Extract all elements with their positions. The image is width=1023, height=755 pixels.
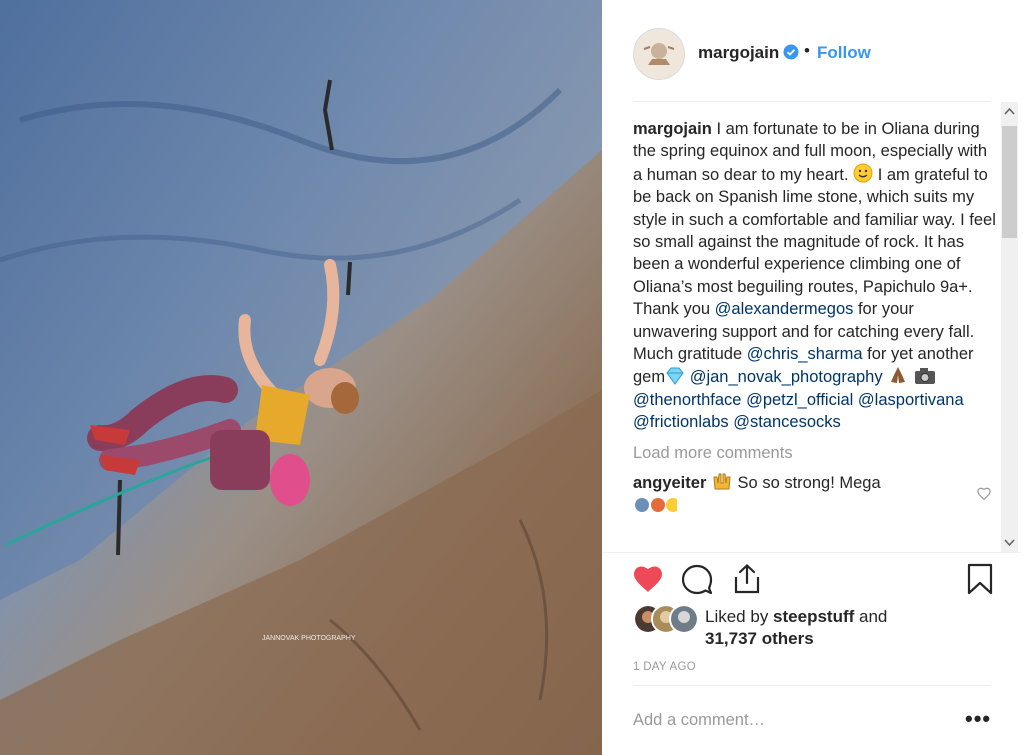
- caption-username[interactable]: margojain: [633, 120, 712, 138]
- post-side-panel: margojain • Follow margojain I am fortun…: [603, 6, 1021, 755]
- comments-list[interactable]: margojain I am fortunate to be in Oliana…: [633, 118, 999, 552]
- emoji-row-icon: [635, 498, 677, 513]
- save-bookmark-icon[interactable]: [963, 562, 997, 596]
- raising-hands-emoji-icon: [713, 473, 731, 490]
- scrollbar-thumb[interactable]: [1002, 126, 1017, 238]
- mention-link[interactable]: @petzl_official: [746, 391, 853, 409]
- gem-emoji-icon: [666, 367, 684, 386]
- mention-link[interactable]: @jan_novak_photography: [690, 368, 883, 386]
- mention-link[interactable]: @lasportivana: [858, 391, 964, 409]
- share-icon[interactable]: [730, 562, 764, 596]
- liked-by-middle: and: [854, 607, 888, 626]
- comments-scrollbar[interactable]: [1001, 102, 1018, 552]
- likes-summary: Liked by steepstuff and 31,737 others: [633, 604, 1013, 654]
- post-caption: margojain I am fortunate to be in Oliana…: [633, 118, 999, 434]
- camera-emoji-icon: [914, 368, 935, 385]
- comment-like-heart-icon[interactable]: [977, 487, 991, 500]
- scroll-up-arrow-icon[interactable]: [1001, 103, 1018, 120]
- comment-bubble-icon[interactable]: [680, 562, 714, 596]
- caption-text: I am grateful to be back on Spanish lime…: [633, 165, 996, 319]
- praying-hands-emoji-icon: [891, 367, 906, 384]
- header-username[interactable]: margojain: [698, 43, 779, 63]
- comment-emoji-row: [633, 494, 999, 516]
- post-header: margojain • Follow: [603, 6, 1021, 102]
- divider: [633, 685, 991, 686]
- verified-badge-icon: [783, 44, 799, 60]
- like-heart-icon[interactable]: [631, 562, 665, 596]
- action-bar: [603, 562, 1021, 602]
- comment-username[interactable]: angyeiter: [633, 474, 706, 492]
- likes-count-link[interactable]: 31,737 others: [705, 629, 814, 648]
- liked-by-text: Liked by steepstuff and 31,737 others: [705, 606, 887, 650]
- smiley-emoji-icon: [853, 163, 873, 183]
- avatar[interactable]: [633, 28, 685, 80]
- header-separator-dot: •: [804, 41, 810, 60]
- mention-link[interactable]: @thenorthface: [633, 391, 741, 409]
- liker-avatar[interactable]: [669, 604, 699, 634]
- mention-link[interactable]: @chris_sharma: [747, 345, 863, 363]
- liked-by-prefix: Liked by: [705, 607, 774, 626]
- comment-text: So so strong! Mega: [732, 473, 881, 492]
- post-photo[interactable]: JANNOVAK PHOTOGRAPHY: [0, 0, 602, 755]
- scroll-down-arrow-icon[interactable]: [1001, 534, 1018, 551]
- comment-item: angyeiter So so strong! Mega: [633, 471, 999, 516]
- mention-link[interactable]: @alexandermegos: [715, 300, 854, 318]
- load-more-comments-button[interactable]: Load more comments: [633, 444, 999, 463]
- mention-link[interactable]: @frictionlabs: [633, 413, 729, 431]
- add-comment-input[interactable]: Add a comment…: [633, 711, 765, 730]
- liker-username[interactable]: steepstuff: [773, 607, 854, 626]
- more-options-button[interactable]: •••: [965, 706, 991, 732]
- mention-link[interactable]: @stancesocks: [733, 413, 841, 431]
- divider: [603, 552, 1021, 553]
- follow-button[interactable]: Follow: [817, 43, 871, 63]
- photo-watermark: JANNOVAK PHOTOGRAPHY: [262, 635, 356, 642]
- instagram-post-modal: JANNOVAK PHOTOGRAPHY margojain • Follow: [0, 0, 1023, 755]
- post-timestamp[interactable]: 1 DAY AGO: [633, 661, 696, 673]
- divider: [633, 101, 991, 102]
